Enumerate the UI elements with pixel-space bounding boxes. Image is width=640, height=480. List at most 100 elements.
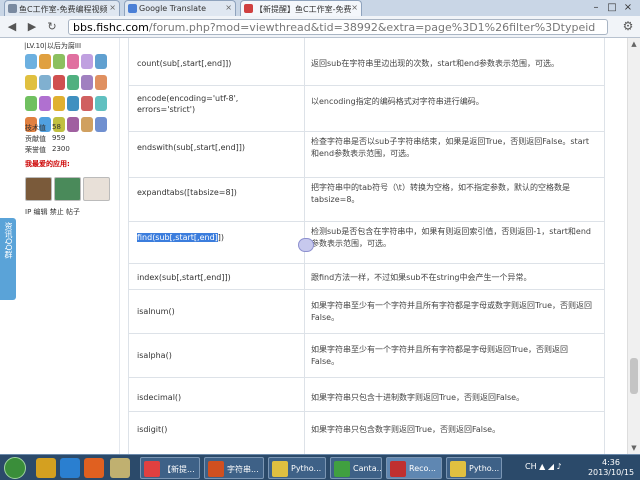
close-icon[interactable]: × — [225, 3, 232, 12]
selected-text[interactable]: find(sub[,start[,end] — [137, 233, 218, 242]
tab-label: 鱼C工作室-免费编程视频 — [19, 5, 108, 14]
maximize-icon[interactable]: □ — [604, 2, 620, 13]
table-row: isdecimal() 如果字符串只包含十进制数字则返回True，否则返回Fal… — [129, 378, 604, 412]
scroll-up-icon[interactable]: ▲ — [630, 40, 638, 48]
medal-icon[interactable] — [53, 75, 65, 90]
tab-google-translate[interactable]: Google Translate × — [124, 0, 236, 16]
medal-icon[interactable] — [67, 54, 79, 69]
task-camtasia[interactable]: Canta... — [330, 457, 382, 479]
task-label: 字符串... — [227, 465, 259, 474]
chrome-icon — [144, 461, 160, 477]
media-player-icon[interactable] — [60, 458, 80, 478]
url-field[interactable]: bbs.fishc.com/forum.php?mod=viewthread&t… — [68, 19, 608, 35]
back-icon[interactable]: ◀ — [4, 19, 20, 35]
method-description: 如果字符串只包含数字则返回True，否则返回False。 — [311, 425, 501, 434]
method-name: find(sub[,start[,end]]) — [137, 232, 297, 243]
close-icon[interactable]: × — [351, 3, 358, 12]
folder-icon[interactable] — [110, 458, 130, 478]
language-indicator[interactable]: CH — [525, 462, 537, 471]
browser-tab-strip: 鱼C工作室-免费编程视频 × Google Translate × 【新提醒】鱼… — [0, 0, 640, 16]
task-label: Pytho... — [469, 464, 500, 473]
start-button[interactable] — [4, 457, 26, 479]
scrollbar-thumb[interactable] — [630, 358, 638, 394]
method-name: index(sub[,start[,end]]) — [137, 273, 231, 282]
method-description: 如果字符串至少有一个字符并且所有字符都是字母或数字则返回True，否则返回Fal… — [311, 301, 592, 322]
system-tray: CH ▲ ◢ ♪ — [525, 462, 562, 471]
medal-icon[interactable] — [81, 75, 93, 90]
method-name: isalpha() — [137, 351, 172, 360]
app-game-icon[interactable] — [25, 177, 52, 201]
address-toolbar: ◀ ▶ ↻ bbs.fishc.com/forum.php?mod=viewth… — [0, 16, 640, 38]
medal-icon[interactable] — [95, 117, 107, 132]
url-host: bbs.fishc.com — [73, 21, 149, 34]
wrench-menu-icon[interactable]: ⚙ — [620, 19, 636, 35]
qq-group-bar[interactable]: 资讯QQ群 — [0, 218, 16, 300]
task-python-1[interactable]: Pytho... — [268, 457, 326, 479]
method-name: expandtabs([tabsize=8]) — [137, 188, 237, 197]
table-row: encode(encoding='utf-8', errors='strict'… — [129, 86, 604, 132]
medal-icon[interactable] — [53, 96, 65, 111]
medal-icon[interactable] — [39, 96, 51, 111]
medal-icon[interactable] — [95, 54, 107, 69]
table-row: index(sub[,start[,end]]) 跟find方法一样，不过如果s… — [129, 264, 604, 290]
method-description: 检测sub是否包含在字符串中，如果有则返回索引值，否则返回-1，start和en… — [311, 227, 591, 248]
recorder-icon — [390, 461, 406, 477]
medal-icon[interactable] — [67, 96, 79, 111]
app-card-icon[interactable] — [83, 177, 110, 201]
close-icon[interactable]: × — [109, 3, 116, 12]
link-ban[interactable]: 禁止 — [50, 208, 64, 216]
google-favicon-icon — [128, 4, 137, 13]
stat-label: 贡献值 — [25, 135, 46, 143]
medal-icon[interactable] — [81, 54, 93, 69]
method-description: 返回sub在字符串里边出现的次数，start和end参数表示范围，可选。 — [311, 59, 560, 68]
reload-icon[interactable]: ↻ — [44, 19, 60, 35]
task-recorder[interactable]: Reco... — [386, 457, 442, 479]
medal-icon[interactable] — [95, 96, 107, 111]
medal-icon[interactable] — [81, 96, 93, 111]
firefox-icon[interactable] — [84, 458, 104, 478]
taskbar-clock[interactable]: 4:36 2013/10/15 — [586, 458, 636, 478]
method-description: 如果字符串只包含十进制数字则返回True，否则返回False。 — [311, 393, 525, 402]
medal-icon[interactable] — [25, 75, 37, 90]
table-row: endswith(sub[,start[,end]]) 检查字符串是否以sub子… — [129, 132, 604, 178]
link-edit[interactable]: 编辑 — [34, 208, 48, 216]
medal-icon[interactable] — [25, 54, 37, 69]
tab-new-reminder[interactable]: 【新提醒】鱼C工作室-免费 × — [240, 0, 362, 16]
stat-value: 58 — [52, 123, 61, 131]
minimize-icon[interactable]: – — [588, 2, 604, 13]
stat-contribution: 贡献值 959 — [25, 134, 65, 144]
link-ip[interactable]: IP — [25, 208, 31, 216]
medal-icon[interactable] — [67, 117, 79, 132]
medal-icon[interactable] — [95, 75, 107, 90]
python-icon — [450, 461, 466, 477]
tab-label: Google Translate — [139, 4, 207, 13]
link-posts[interactable]: 帖子 — [66, 208, 80, 216]
powerpoint-icon — [208, 461, 224, 477]
scroll-down-icon[interactable]: ▼ — [630, 444, 638, 452]
table-row: expandtabs([tabsize=8]) 把字符串中的tab符号（\t）转… — [129, 178, 604, 222]
medal-icon[interactable] — [81, 117, 93, 132]
string-methods-table: count(sub[,start[,end]]) 返回sub在字符串里边出现的次… — [128, 38, 605, 454]
method-description: 检查字符串是否以sub子字符串结束，如果是返回True，否则返回False。st… — [311, 137, 590, 158]
medal-icon[interactable] — [53, 54, 65, 69]
stat-label: 技术值 — [25, 124, 46, 132]
table-row: isdigit() 如果字符串只包含数字则返回True，否则返回False。 — [129, 412, 604, 452]
user-sidebar: |LV.10|以后为腐III 技术值 58 贡献值 959 荣誉值 2300 我最爱的… — [16, 38, 120, 454]
method-name: encode(encoding='utf-8', errors='strict'… — [137, 94, 239, 114]
task-chrome[interactable]: 【新提... — [140, 457, 200, 479]
table-row: isalnum() 如果字符串至少有一个字符并且所有字符都是字母或数字则返回Tr… — [129, 290, 604, 334]
medal-icon[interactable] — [67, 75, 79, 90]
task-powerpoint[interactable]: 字符串... — [204, 457, 264, 479]
file-explorer-icon[interactable] — [36, 458, 56, 478]
vertical-scrollbar[interactable]: ▲ ▼ — [627, 38, 640, 454]
medal-icon[interactable] — [39, 54, 51, 69]
task-python-2[interactable]: Pytho... — [446, 457, 502, 479]
app-five-icon[interactable] — [54, 177, 81, 201]
forward-icon[interactable]: ▶ — [24, 19, 40, 35]
tab-fishc-video[interactable]: 鱼C工作室-免费编程视频 × — [4, 0, 120, 16]
url-path: /forum.php?mod=viewthread&tid=38992&extr… — [148, 21, 596, 34]
window-close-icon[interactable]: × — [620, 2, 636, 13]
medal-icon[interactable] — [39, 75, 51, 90]
medal-icon[interactable] — [25, 96, 37, 111]
network-icon[interactable]: ▲ ◢ ♪ — [539, 462, 562, 471]
